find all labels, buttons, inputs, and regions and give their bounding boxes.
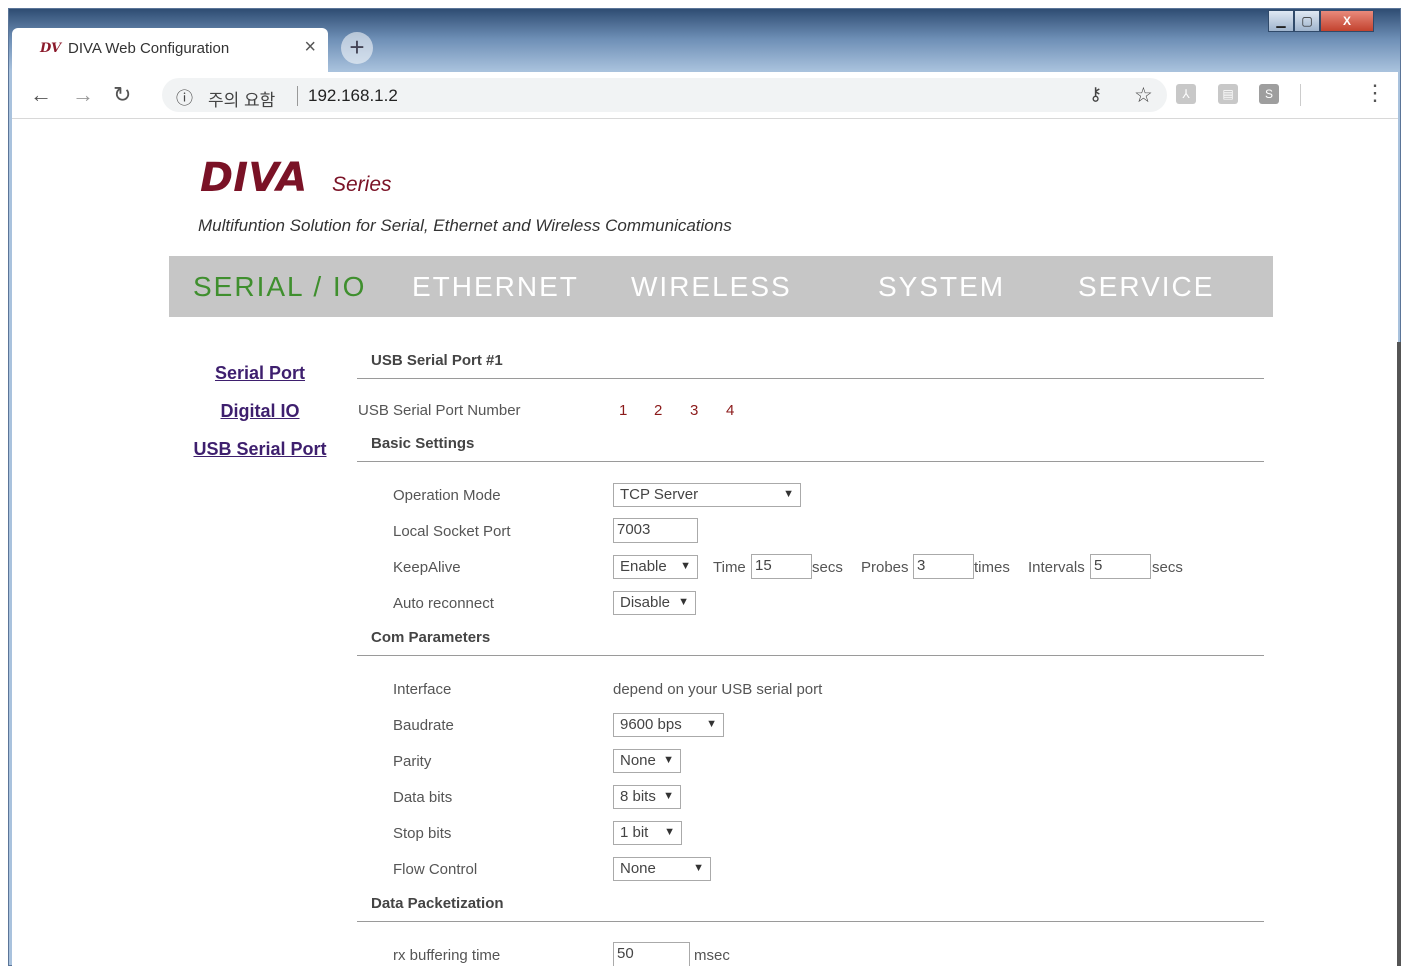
dropdown-arrow-icon: ▼ bbox=[663, 790, 674, 802]
data-packetization-rule bbox=[357, 921, 1264, 922]
dropdown-arrow-icon: ▼ bbox=[706, 718, 717, 730]
dropdown-arrow-icon: ▼ bbox=[783, 488, 794, 500]
data-bits-label: Data bits bbox=[393, 789, 453, 806]
data-bits-select[interactable]: 8 bits ▼ bbox=[613, 785, 681, 809]
browser-toolbar: ← → ↻ ⓘ 주의 요함 192.168.1.2 ⚷ ☆ ⅄ ▤ S ⋮ bbox=[12, 72, 1398, 119]
keepalive-probes-input[interactable]: 3 bbox=[913, 554, 974, 579]
nav-serial-io[interactable]: SERIAL / IO bbox=[193, 271, 366, 303]
tab-title: DIVA Web Configuration bbox=[68, 40, 230, 57]
baudrate-value: 9600 bps bbox=[620, 716, 682, 733]
sidebar-link-digital-io[interactable]: Digital IO bbox=[220, 401, 299, 422]
basic-settings-title: Basic Settings bbox=[371, 435, 475, 452]
port-number-link-2[interactable]: 2 bbox=[654, 402, 662, 419]
stop-bits-select[interactable]: 1 bit ▼ bbox=[613, 821, 682, 845]
rx-buffering-input[interactable]: 50 bbox=[613, 942, 690, 966]
stop-bits-label: Stop bits bbox=[393, 825, 452, 842]
close-tab-icon[interactable]: × bbox=[304, 36, 316, 59]
auto-reconnect-label: Auto reconnect bbox=[393, 595, 494, 612]
sidebar-link-usb-serial-port[interactable]: USB Serial Port bbox=[193, 439, 326, 460]
interface-value: depend on your USB serial port bbox=[613, 681, 823, 698]
data-packetization-title: Data Packetization bbox=[371, 895, 504, 912]
rx-buffering-label: rx buffering time bbox=[393, 947, 501, 964]
forward-arrow-icon[interactable]: → bbox=[72, 82, 94, 108]
dropdown-arrow-icon: ▼ bbox=[663, 754, 674, 766]
dropdown-arrow-icon: ▼ bbox=[664, 826, 675, 838]
reload-icon[interactable]: ↻ bbox=[113, 82, 131, 108]
interface-label: Interface bbox=[393, 681, 452, 698]
diva-logo: DIVA bbox=[200, 155, 308, 201]
secs-label: secs bbox=[812, 559, 843, 576]
address-separator bbox=[297, 86, 298, 106]
window-controls: ▁ ▢ X bbox=[1268, 10, 1374, 34]
diva-favicon-icon: DV bbox=[40, 41, 62, 56]
com-parameters-title: Com Parameters bbox=[371, 629, 491, 646]
minimize-button[interactable]: ▁ bbox=[1268, 10, 1294, 32]
extension-icon[interactable]: ▤ bbox=[1218, 84, 1238, 104]
maximize-button[interactable]: ▢ bbox=[1294, 10, 1320, 32]
sidebar-link-serial-port[interactable]: Serial Port bbox=[215, 363, 305, 384]
flow-control-label: Flow Control bbox=[393, 861, 478, 878]
toolbar-divider bbox=[1300, 84, 1301, 106]
port-number-link-3[interactable]: 3 bbox=[690, 402, 698, 419]
menu-dots-icon[interactable]: ⋮ bbox=[1364, 80, 1386, 106]
bookmark-star-icon[interactable]: ☆ bbox=[1134, 83, 1153, 108]
probes-label: Probes bbox=[861, 559, 909, 576]
baudrate-select[interactable]: 9600 bps ▼ bbox=[613, 713, 724, 737]
operation-mode-label: Operation Mode bbox=[393, 487, 501, 504]
baudrate-label: Baudrate bbox=[393, 717, 454, 734]
com-parameters-rule bbox=[357, 655, 1264, 656]
times-label: times bbox=[974, 559, 1010, 576]
flow-control-value: None bbox=[620, 860, 656, 877]
stop-bits-value: 1 bit bbox=[620, 824, 649, 841]
title-rule bbox=[357, 378, 1264, 379]
data-bits-value: 8 bits bbox=[620, 788, 656, 805]
local-socket-port-input[interactable]: 7003 bbox=[613, 518, 698, 543]
secs-label-2: secs bbox=[1152, 559, 1183, 576]
keepalive-select[interactable]: Enable ▼ bbox=[613, 555, 698, 579]
back-arrow-icon[interactable]: ← bbox=[30, 82, 52, 108]
keepalive-intervals-input[interactable]: 5 bbox=[1090, 554, 1151, 579]
parity-value: None bbox=[620, 752, 656, 769]
operation-mode-value: TCP Server bbox=[620, 486, 699, 503]
parity-select[interactable]: None ▼ bbox=[613, 749, 681, 773]
msec-label: msec bbox=[694, 947, 730, 964]
auto-reconnect-value: Disable bbox=[620, 594, 671, 611]
web-page: DIVA Series Multifuntion Solution for Se… bbox=[12, 119, 1398, 966]
s-extension-icon[interactable]: S bbox=[1259, 84, 1279, 104]
pdf-extension-icon[interactable]: ⅄ bbox=[1176, 84, 1196, 104]
port-number-link-4[interactable]: 4 bbox=[726, 402, 734, 419]
intervals-label: Intervals bbox=[1028, 559, 1085, 576]
url-text[interactable]: 192.168.1.2 bbox=[308, 86, 398, 106]
dropdown-arrow-icon: ▼ bbox=[678, 596, 689, 608]
dropdown-arrow-icon: ▼ bbox=[693, 862, 704, 874]
key-icon[interactable]: ⚷ bbox=[1089, 84, 1102, 105]
keepalive-label: KeepAlive bbox=[393, 559, 461, 576]
keepalive-time-input[interactable]: 15 bbox=[751, 554, 812, 579]
operation-mode-select[interactable]: TCP Server ▼ bbox=[613, 483, 801, 507]
basic-settings-rule bbox=[357, 461, 1264, 462]
page-title: USB Serial Port #1 bbox=[371, 352, 503, 369]
new-tab-button[interactable]: + bbox=[341, 32, 373, 64]
parity-label: Parity bbox=[393, 753, 432, 770]
dropdown-arrow-icon: ▼ bbox=[680, 560, 691, 572]
keepalive-value: Enable bbox=[620, 558, 667, 575]
flow-control-select[interactable]: None ▼ bbox=[613, 857, 711, 881]
port-number-label: USB Serial Port Number bbox=[358, 402, 521, 419]
security-warning-label: 주의 요함 bbox=[208, 91, 276, 110]
auto-reconnect-select[interactable]: Disable ▼ bbox=[613, 591, 696, 615]
local-socket-port-label: Local Socket Port bbox=[393, 523, 511, 540]
top-strip bbox=[0, 0, 1409, 8]
port-number-link-1[interactable]: 1 bbox=[619, 402, 627, 419]
settings-content: USB Serial Port #1 USB Serial Port Numbe… bbox=[357, 119, 1267, 966]
page-scrollbar[interactable] bbox=[1397, 342, 1401, 966]
address-bar[interactable]: ⓘ 주의 요함 192.168.1.2 ⚷ ☆ bbox=[162, 78, 1167, 112]
close-window-button[interactable]: X bbox=[1320, 10, 1374, 32]
browser-tab[interactable]: DV DIVA Web Configuration × bbox=[12, 28, 328, 72]
info-icon[interactable]: ⓘ bbox=[176, 84, 193, 109]
time-label: Time bbox=[713, 559, 746, 576]
